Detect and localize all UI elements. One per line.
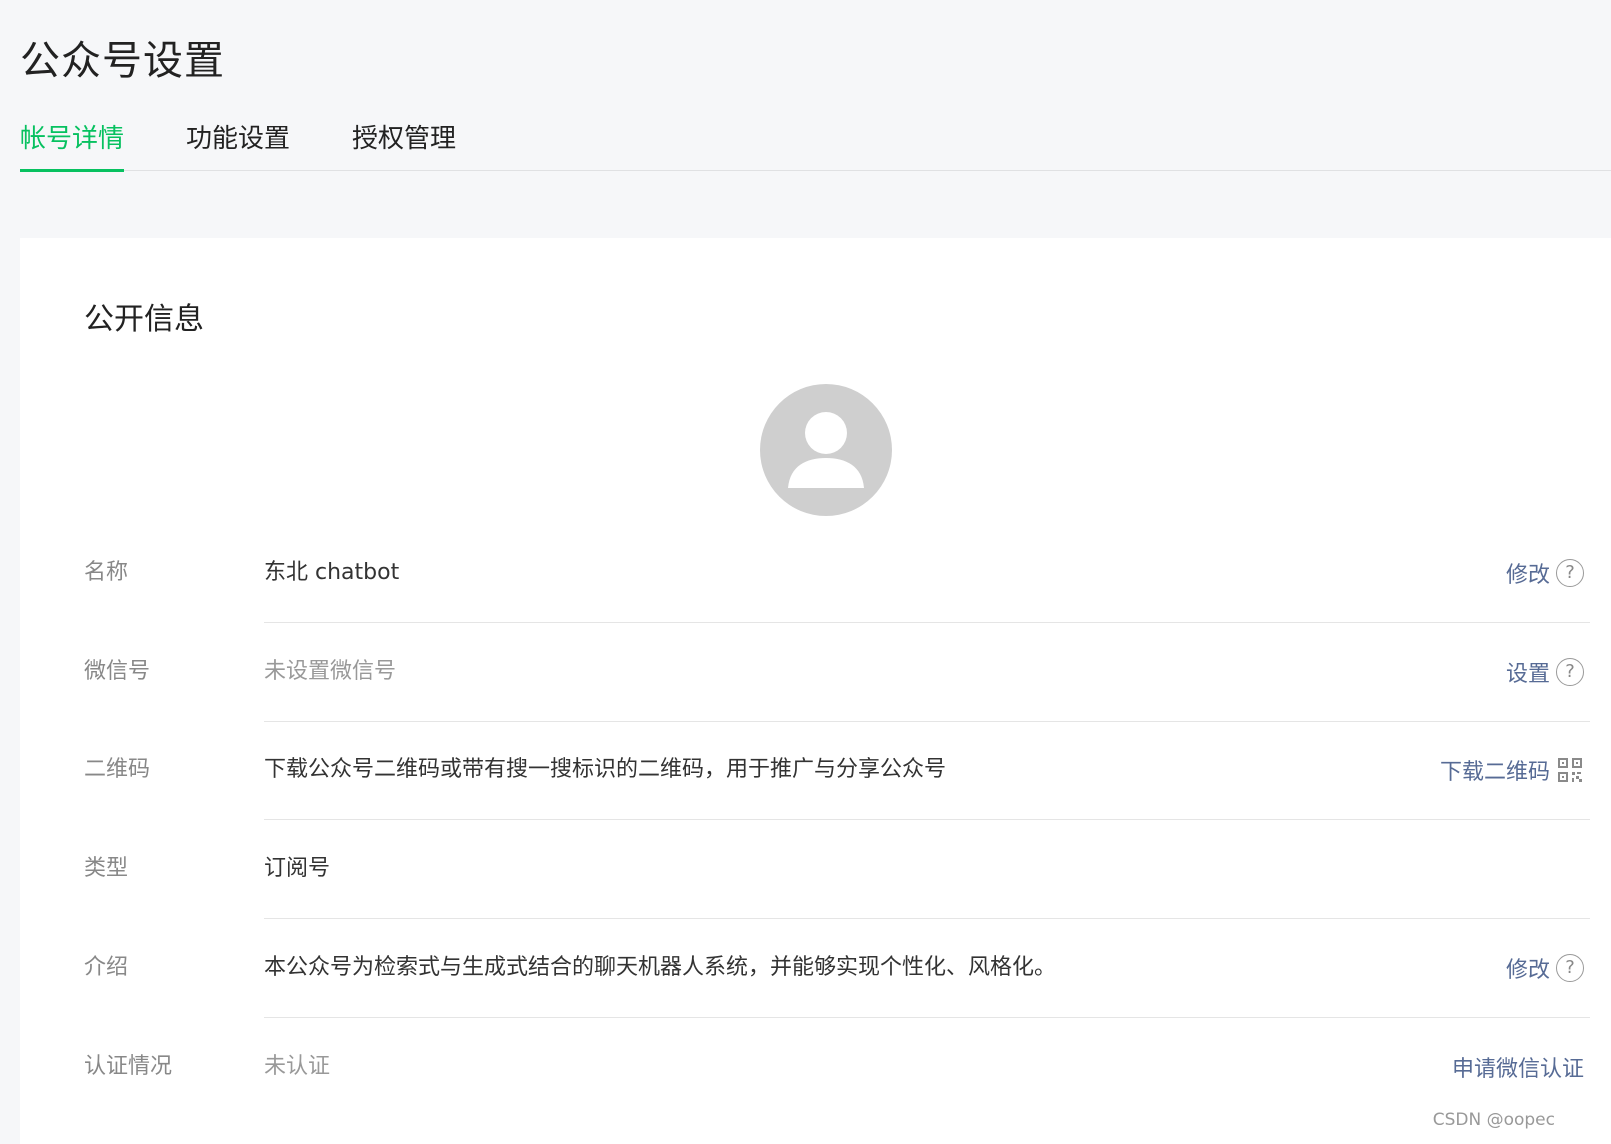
row-type: 类型 订阅号 [84, 818, 1590, 919]
page-title: 公众号设置 [20, 38, 225, 84]
set-wechat-id-link[interactable]: 设置 [1506, 656, 1550, 688]
edit-name-link[interactable]: 修改 [1506, 557, 1550, 589]
public-info-card: 公开信息 名称 东北 chatbot 修改 ? 微信号 未设置微信号 设置 ? … [20, 238, 1611, 1144]
wechat-id-value: 未设置微信号 [264, 659, 397, 684]
help-icon[interactable]: ? [1556, 558, 1584, 587]
type-value: 订阅号 [264, 856, 331, 881]
type-label: 类型 [84, 856, 129, 881]
watermark: CSDN @oopec [1432, 1110, 1555, 1130]
qr-code-icon[interactable] [1556, 756, 1584, 784]
apply-verification-link[interactable]: 申请微信认证 [1452, 1051, 1584, 1083]
edit-introduction-link[interactable]: 修改 [1506, 952, 1550, 984]
download-qr-code-link[interactable]: 下载二维码 [1440, 754, 1550, 786]
verification-label: 认证情况 [84, 1054, 173, 1079]
tab-authorization-management[interactable]: 授权管理 [352, 108, 456, 171]
wechat-id-label: 微信号 [84, 659, 151, 684]
verification-value: 未认证 [264, 1054, 331, 1079]
row-introduction: 介绍 本公众号为检索式与生成式结合的聊天机器人系统，并能够实现个性化、风格化。 … [84, 917, 1590, 1018]
avatar [760, 384, 892, 516]
qr-code-label: 二维码 [84, 757, 151, 782]
introduction-label: 介绍 [84, 955, 129, 980]
section-title: 公开信息 [84, 302, 204, 337]
user-placeholder-icon [788, 412, 864, 488]
qr-code-description: 下载公众号二维码或带有搜一搜标识的二维码，用于推广与分享公众号 [264, 757, 947, 782]
tab-bar: 帐号详情 功能设置 授权管理 [20, 108, 1611, 172]
row-qr-code: 二维码 下载公众号二维码或带有搜一搜标识的二维码，用于推广与分享公众号 下载二维… [84, 719, 1590, 820]
name-value: 东北 chatbot [264, 560, 400, 585]
tab-account-details[interactable]: 帐号详情 [20, 108, 125, 172]
row-name: 名称 东北 chatbot 修改 ? [84, 522, 1590, 623]
help-icon[interactable]: ? [1556, 953, 1584, 982]
row-wechat-id: 微信号 未设置微信号 设置 ? [84, 621, 1590, 722]
row-verification: 认证情况 未认证 申请微信认证 [84, 1016, 1590, 1117]
introduction-value: 本公众号为检索式与生成式结合的聊天机器人系统，并能够实现个性化、风格化。 [264, 955, 1057, 980]
tab-feature-settings[interactable]: 功能设置 [186, 108, 290, 171]
help-icon[interactable]: ? [1556, 657, 1584, 686]
name-label: 名称 [84, 560, 129, 585]
